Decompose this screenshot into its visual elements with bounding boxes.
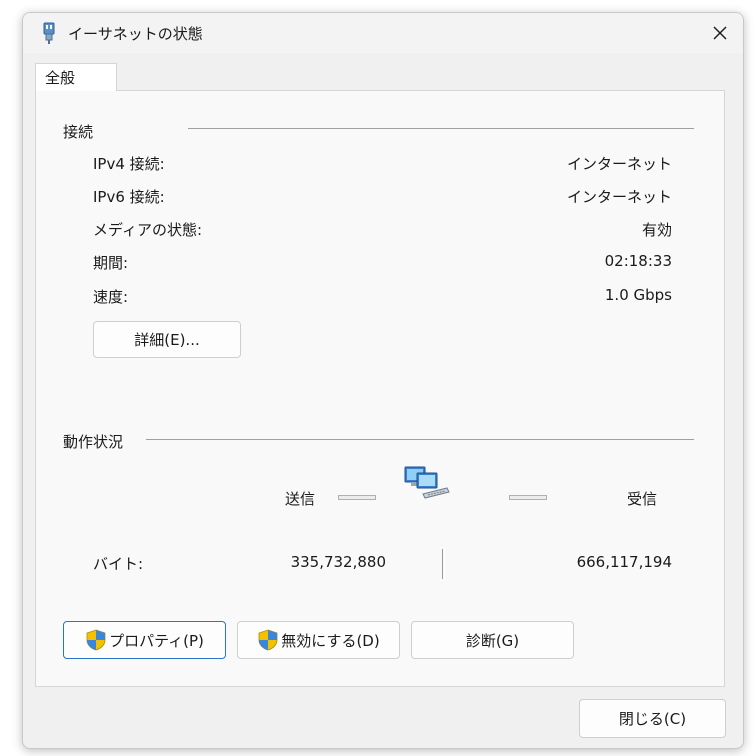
received-activity-bar <box>509 495 547 500</box>
close-dialog-button[interactable]: 閉じる(C) <box>579 699 726 738</box>
connection-group-divider <box>188 128 694 129</box>
ipv4-value: インターネット <box>566 155 672 173</box>
properties-button-label: プロパティ(P) <box>109 631 204 650</box>
ipv6-value: インターネット <box>566 188 672 206</box>
tab-panel-general: 接続 IPv4 接続: インターネット IPv6 接続: インターネット メディ… <box>35 90 725 687</box>
sent-activity-bar <box>338 495 376 500</box>
uac-shield-icon <box>258 629 278 651</box>
ethernet-plug-icon <box>43 22 55 44</box>
connection-group-label: 接続 <box>63 123 94 141</box>
speed-value: 1.0 Gbps <box>604 286 672 304</box>
close-button[interactable] <box>697 13 743 53</box>
diagnose-button[interactable]: 診断(G) <box>411 621 574 659</box>
properties-button[interactable]: プロパティ(P) <box>63 621 226 659</box>
activity-group-divider <box>146 439 694 440</box>
title-bar: イーサネットの状態 <box>23 13 743 53</box>
duration-value: 02:18:33 <box>604 252 672 270</box>
received-label: 受信 <box>627 490 658 508</box>
network-computers-icon <box>404 466 450 499</box>
bytes-sent-value: 335,732,880 <box>290 553 386 571</box>
uac-shield-icon <box>86 629 106 651</box>
window-title: イーサネットの状態 <box>68 25 203 43</box>
disable-button[interactable]: 無効にする(D) <box>237 621 400 659</box>
status-dialog: イーサネットの状態 全般 接続 IPv4 接続: インターネット IPv6 接続… <box>22 12 744 749</box>
ipv4-label: IPv4 接続: <box>93 155 165 173</box>
media-state-label: メディアの状態: <box>93 221 203 239</box>
speed-label: 速度: <box>93 288 129 306</box>
bytes-separator <box>442 549 445 579</box>
details-button[interactable]: 詳細(E)... <box>93 321 241 358</box>
sent-label: 送信 <box>285 490 316 508</box>
bytes-received-value: 666,117,194 <box>576 553 672 571</box>
duration-label: 期間: <box>93 254 129 272</box>
ipv6-label: IPv6 接続: <box>93 188 165 206</box>
close-icon <box>713 26 727 40</box>
media-state-value: 有効 <box>641 221 672 239</box>
bytes-label: バイト: <box>93 555 144 573</box>
disable-button-label: 無効にする(D) <box>281 631 380 650</box>
activity-group-label: 動作状況 <box>63 433 124 451</box>
tab-general[interactable]: 全般 <box>35 63 117 91</box>
